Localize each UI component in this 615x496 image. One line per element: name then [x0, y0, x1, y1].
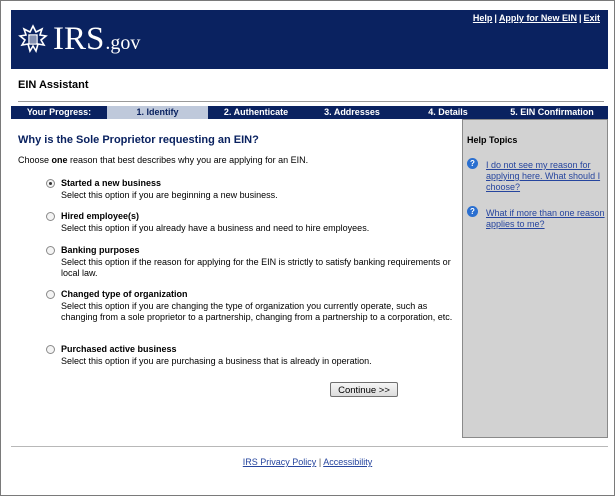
- apply-new-ein-link[interactable]: Apply for New EIN: [499, 13, 577, 23]
- instruction-text: Choose one reason that best describes wh…: [18, 155, 308, 165]
- logo-wordmark: IRS: [53, 20, 105, 57]
- radio-banking-purposes[interactable]: [46, 246, 55, 255]
- instruction-suffix: reason that best describes why you are a…: [67, 155, 309, 165]
- option-title: Changed type of organization: [61, 289, 188, 299]
- option-description: Select this option if you already have a…: [61, 223, 370, 233]
- accessibility-link[interactable]: Accessibility: [323, 457, 372, 467]
- option-description: Select this option if the reason for app…: [61, 257, 451, 278]
- radio-purchased-active-business[interactable]: [46, 345, 55, 354]
- help-link-reason-not-listed[interactable]: I do not see my reason for applying here…: [486, 160, 608, 193]
- link-separator: |: [494, 13, 497, 23]
- header-links: Help | Apply for New EIN | Exit: [473, 13, 600, 23]
- page-title: EIN Assistant: [18, 79, 89, 91]
- question-heading: Why is the Sole Proprietor requesting an…: [18, 134, 259, 146]
- privacy-policy-link[interactable]: IRS Privacy Policy: [243, 457, 317, 467]
- option-description: Select this option if you are changing t…: [61, 301, 453, 322]
- help-topics-panel: Help Topics ? I do not see my reason for…: [462, 119, 608, 438]
- footer: IRS Privacy Policy | Accessibility: [0, 457, 615, 467]
- footer-separator: |: [318, 457, 322, 467]
- question-icon: ?: [467, 206, 478, 217]
- progress-step-ein-confirmation: 5. EIN Confirmation: [510, 107, 594, 117]
- progress-label: Your Progress:: [26, 107, 92, 117]
- instruction-prefix: Choose: [18, 155, 52, 165]
- progress-step-authenticate: 2. Authenticate: [223, 107, 289, 117]
- option-title: Purchased active business: [61, 344, 177, 354]
- progress-bar: Your Progress: 1. Identify 2. Authentica…: [11, 106, 608, 119]
- footer-divider: [11, 446, 608, 447]
- link-separator: |: [578, 13, 582, 23]
- help-topics-title: Help Topics: [467, 135, 518, 145]
- irs-logo[interactable]: IRS .gov: [17, 20, 140, 58]
- radio-changed-type-of-organization[interactable]: [46, 290, 55, 299]
- question-icon: ?: [467, 158, 478, 169]
- exit-link[interactable]: Exit: [583, 13, 600, 23]
- site-header: IRS .gov Help | Apply for New EIN | Exit: [11, 10, 608, 69]
- progress-step-addresses: 3. Addresses: [324, 107, 380, 117]
- radio-hired-employees[interactable]: [46, 212, 55, 221]
- instruction-emphasis: one: [51, 155, 68, 165]
- title-divider: [18, 101, 604, 102]
- progress-step-identify: 1. Identify: [107, 106, 208, 119]
- help-link-multiple-reasons[interactable]: What if more than one reason applies to …: [486, 208, 608, 230]
- option-title: Hired employee(s): [61, 211, 140, 221]
- help-link[interactable]: Help: [473, 13, 493, 23]
- irs-eagle-logo-icon: [18, 24, 48, 53]
- logo-suffix: .gov: [105, 32, 141, 54]
- option-title: Started a new business: [61, 178, 162, 188]
- radio-started-new-business[interactable]: [46, 179, 55, 188]
- option-title: Banking purposes: [61, 245, 140, 255]
- continue-button[interactable]: Continue >>: [330, 382, 398, 397]
- progress-step-details: 4. Details: [428, 107, 468, 117]
- option-description: Select this option if you are beginning …: [61, 190, 278, 200]
- option-description: Select this option if you are purchasing…: [61, 356, 372, 366]
